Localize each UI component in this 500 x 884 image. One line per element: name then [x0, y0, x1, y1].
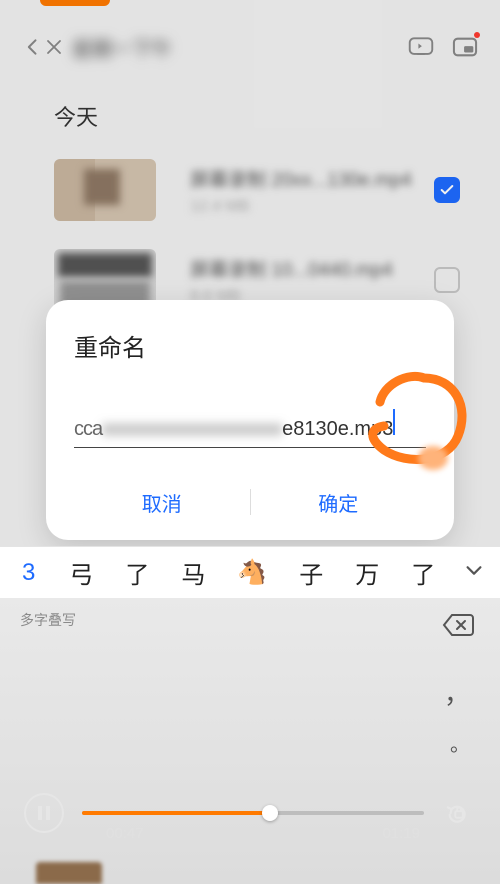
candidate-number[interactable]: 3: [4, 559, 53, 587]
comma-key[interactable]: ，: [444, 674, 470, 711]
input-prefix: cca: [74, 418, 102, 441]
annotation-mark-icon: [418, 446, 448, 470]
period-key[interactable]: 。: [450, 728, 470, 757]
text-caret-icon: [393, 409, 395, 435]
candidate-item[interactable]: 了: [395, 555, 451, 590]
candidate-item[interactable]: 了: [109, 555, 165, 590]
rename-dialog: 重命名 cca xxxxxxxxxxxxxxxxxx e8130e.mp3 取消…: [46, 300, 454, 540]
candidate-item[interactable]: 马: [165, 555, 221, 590]
video-controls: [0, 778, 500, 848]
input-suffix: e8130e.mp3: [282, 418, 393, 441]
candidate-item[interactable]: 子: [283, 555, 339, 590]
ime-candidate-bar: 3 弓 了 马 🐴 子 万 了: [0, 546, 500, 598]
candidate-item[interactable]: 🐴: [221, 558, 283, 587]
pip-thumbnail[interactable]: [36, 862, 102, 884]
input-hidden: xxxxxxxxxxxxxxxxxx: [102, 418, 282, 441]
backspace-button[interactable]: [442, 612, 476, 638]
rename-input[interactable]: cca xxxxxxxxxxxxxxxxxx e8130e.mp3: [74, 409, 426, 448]
ok-button[interactable]: 确定: [251, 488, 427, 517]
expand-candidates-button[interactable]: [452, 559, 496, 586]
candidate-item[interactable]: 弓: [53, 555, 109, 590]
progress-knob-icon[interactable]: [262, 805, 278, 821]
dialog-title: 重命名: [74, 328, 426, 363]
rotate-lock-icon[interactable]: [442, 796, 476, 830]
pause-button[interactable]: [24, 793, 64, 833]
progress-bar[interactable]: [82, 811, 424, 815]
cancel-button[interactable]: 取消: [74, 488, 250, 517]
candidate-item[interactable]: 万: [339, 555, 395, 590]
handwriting-hint: 多字叠写: [20, 610, 76, 630]
